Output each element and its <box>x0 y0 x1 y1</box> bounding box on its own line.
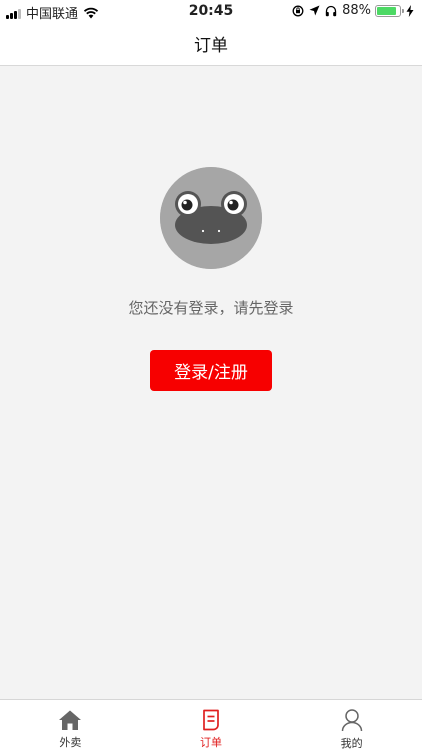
status-bar: 中国联通 20:45 88% <box>0 0 422 22</box>
frog-avatar-icon <box>160 167 262 269</box>
avatar <box>160 167 262 269</box>
tab-label: 我的 <box>340 737 363 750</box>
tab-label: 订单 <box>200 736 222 749</box>
nav-bar: 订单 <box>0 22 422 66</box>
headphones-icon <box>325 5 337 17</box>
login-prompt: 您还没有登录，请先登录 <box>128 299 294 317</box>
login-register-button[interactable]: 登录/注册 <box>150 350 272 391</box>
tab-takeout[interactable]: 外卖 <box>0 700 141 750</box>
location-icon <box>309 5 320 16</box>
battery-fill <box>377 6 397 15</box>
page-title: 订单 <box>194 36 228 56</box>
status-right: 88% <box>287 3 414 18</box>
order-icon <box>199 708 223 731</box>
tab-bar: 外卖 订单 我的 <box>0 699 422 750</box>
orientation-lock-icon <box>292 5 304 17</box>
tab-orders[interactable]: 订单 <box>141 700 282 750</box>
user-icon <box>340 708 364 732</box>
battery-percent: 88% <box>342 3 371 18</box>
home-icon <box>58 708 82 731</box>
tab-mine[interactable]: 我的 <box>281 700 422 750</box>
charging-icon <box>406 4 414 17</box>
tab-label: 外卖 <box>59 736 82 749</box>
battery-icon <box>375 4 404 17</box>
